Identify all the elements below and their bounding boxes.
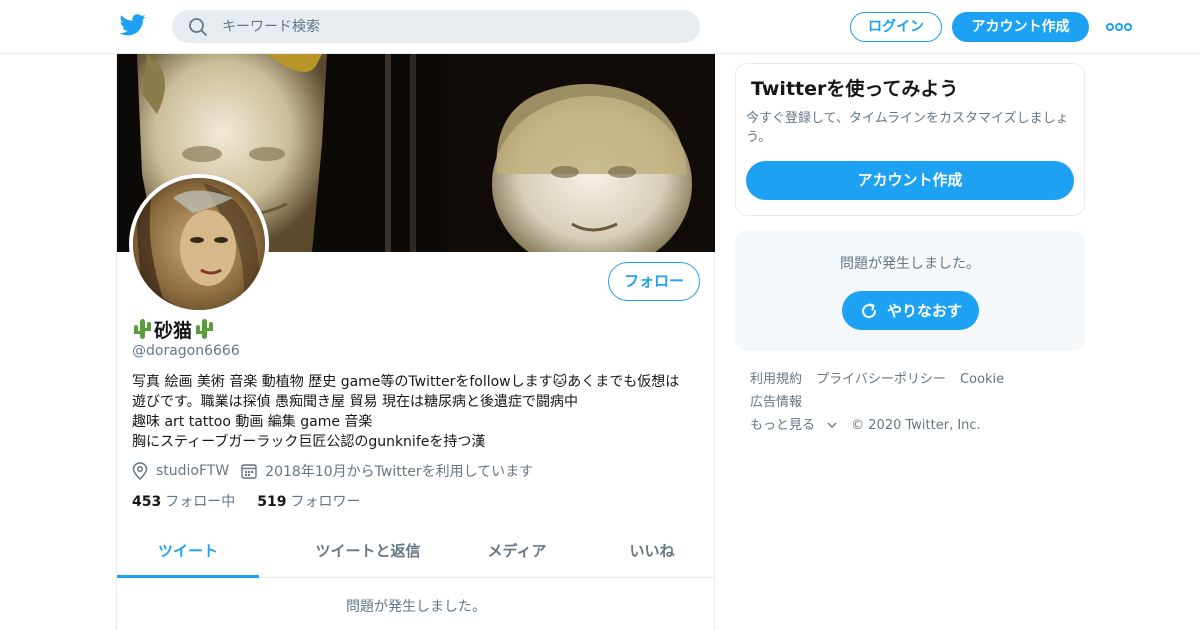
following-stat[interactable]: 453 フォロー中	[132, 491, 235, 511]
signup-card-button[interactable]: アカウント作成	[746, 161, 1074, 200]
profile-meta: studioFTW 2018年10月からTwitterを利用しています	[132, 460, 533, 482]
following-count: 453	[132, 494, 162, 510]
avatar-tattoo-portrait-illustration	[133, 178, 265, 310]
twitter-bird-logo-icon[interactable]	[120, 14, 146, 36]
footer-more-label: もっと見る	[750, 418, 816, 433]
error-card: 問題が発生しました。 やりなおす	[735, 231, 1085, 351]
tab-tweets[interactable]: ツイート	[117, 528, 259, 578]
location-pin-icon	[132, 462, 148, 480]
following-label: フォロー中	[165, 494, 236, 510]
retry-label: やりなおす	[886, 302, 962, 320]
chevron-down-icon	[827, 422, 837, 428]
signup-card-description: 今すぐ登録して、タイムラインをカスタマイズしましょう。	[746, 111, 1069, 145]
profile-handle: @doragon6666	[132, 343, 240, 359]
search-input[interactable]	[222, 10, 682, 43]
cactus-emoji-icon	[134, 319, 151, 339]
follow-button[interactable]: フォロー	[608, 262, 700, 301]
timeline-error-message: 問題が発生しました。	[346, 599, 486, 615]
profile-stats: 453 フォロー中 519 フォロワー	[132, 491, 382, 511]
bio-line: 遊びです。職業は探偵 愚痴聞き屋 貿易 現在は糖尿病と後遺症で闘病中	[132, 394, 578, 410]
bio-line: 趣味 art tattoo 動画 編集 game 音楽	[132, 414, 373, 430]
signup-button[interactable]: アカウント作成	[952, 12, 1089, 42]
bio-line: 胸にスティーブガーラック巨匠公認のgunknifeを持つ漢	[132, 434, 486, 450]
bio-line: 写真 絵画 美術 音楽 動植物 歴史 game等のTwitterをfollowし…	[132, 374, 680, 390]
tab-media[interactable]: メディア	[467, 528, 567, 578]
refresh-icon	[862, 303, 876, 318]
tab-tweets-and-replies[interactable]: ツイートと返信	[287, 528, 449, 578]
profile-tabs: ツイート ツイートと返信 メディア いいね	[117, 528, 715, 578]
search-icon	[189, 18, 207, 36]
display-name: 砂猫	[154, 319, 193, 342]
followers-count: 519	[257, 494, 287, 510]
footer-more-link[interactable]: もっと見る	[750, 418, 837, 433]
followers-label: フォロワー	[290, 494, 361, 510]
error-card-message: 問題が発生しました。	[840, 256, 980, 272]
more-options-icon[interactable]	[1106, 20, 1132, 34]
search-box[interactable]	[172, 10, 700, 43]
calendar-icon	[241, 464, 257, 479]
footer-link-ads[interactable]: 広告情報	[750, 395, 802, 410]
footer-link-privacy[interactable]: プライバシーポリシー	[816, 372, 946, 387]
footer-copyright: © 2020 Twitter, Inc.	[851, 418, 981, 433]
signup-card: Twitterを使ってみよう 今すぐ登録して、タイムラインをカスタマイズしましょ…	[735, 63, 1085, 216]
footer-link-cookie[interactable]: Cookie	[960, 372, 1004, 387]
signup-card-title: Twitterを使ってみよう	[751, 78, 959, 100]
sidebar-footer: 利用規約 プライバシーポリシー Cookie 広告情報 もっと見る © 2020…	[750, 368, 1080, 437]
footer-link-terms[interactable]: 利用規約	[750, 372, 802, 387]
profile-location: studioFTW	[156, 463, 230, 479]
profile-name-row: 砂猫	[132, 316, 214, 342]
profile-avatar[interactable]	[129, 174, 269, 314]
retry-button[interactable]: やりなおす	[842, 291, 979, 330]
cactus-emoji-icon	[196, 319, 214, 339]
tab-likes[interactable]: いいね	[607, 528, 697, 578]
profile-join-date: 2018年10月からTwitterを利用しています	[265, 464, 534, 480]
profile-bio: 写真 絵画 美術 音楽 動植物 歴史 game等のTwitterをfollowし…	[132, 372, 707, 452]
profile-column: フォロー 砂猫 @doragon6666 写真 絵画 美術 音楽 動植物 歴史 …	[116, 54, 715, 630]
followers-stat[interactable]: 519 フォロワー	[257, 491, 360, 511]
top-navigation-bar: ログイン アカウント作成	[0, 0, 1200, 54]
login-button[interactable]: ログイン	[850, 12, 942, 42]
